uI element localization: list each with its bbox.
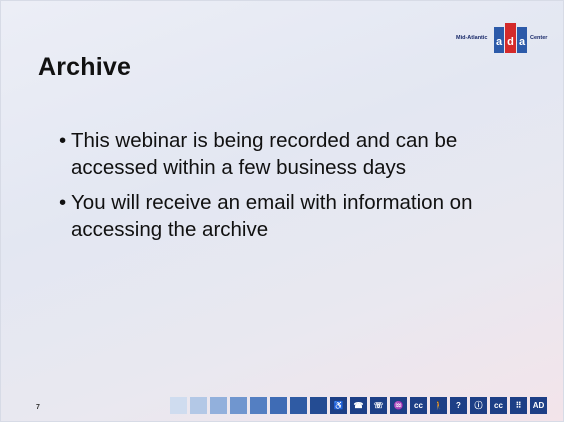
page-number: 7 xyxy=(36,404,40,411)
strip-square-4 xyxy=(230,397,247,414)
mid-atlantic-ada-center-logo: Mid-Atlantic a d a Center xyxy=(456,21,556,57)
bullet-dot-icon: • xyxy=(59,129,67,152)
bullet-text: This webinar is being recorded and can b… xyxy=(71,129,458,179)
logo-left-text: Mid-Atlantic xyxy=(456,35,488,41)
tty-icon: ☎ xyxy=(350,397,367,414)
svg-text:d: d xyxy=(507,36,514,48)
accessibility-symbol-strip: ♿ ☎ ☏ ♒ cc 🚶? ⓘ cc ⠿ AD xyxy=(170,397,547,415)
wheelchair-icon: ♿ xyxy=(330,397,347,414)
svg-text:a: a xyxy=(496,36,503,48)
assistive-listening-icon: ♒ xyxy=(390,397,407,414)
hearing-icon: ? xyxy=(450,397,467,414)
strip-square-1 xyxy=(170,397,187,414)
bullet-list: • This webinar is being recorded and can… xyxy=(59,127,529,251)
audio-description-icon: AD xyxy=(530,397,547,414)
strip-square-5 xyxy=(250,397,267,414)
strip-square-3 xyxy=(210,397,227,414)
ada-logo-mark-icon: a d a xyxy=(494,23,527,53)
bullet-dot-icon: • xyxy=(59,191,67,214)
svg-text:a: a xyxy=(519,36,526,48)
strip-square-6 xyxy=(270,397,287,414)
walking-cane-icon: 🚶 xyxy=(430,397,447,414)
information-icon: ⓘ xyxy=(470,397,487,414)
slide: Mid-Atlantic a d a Center Archive • This… xyxy=(0,0,564,422)
slide-title: Archive xyxy=(38,53,132,81)
bullet-item: • This webinar is being recorded and can… xyxy=(59,127,529,181)
bullet-item: • You will receive an email with informa… xyxy=(59,189,529,243)
braille-icon: ⠿ xyxy=(510,397,527,414)
phone-volume-icon: ☏ xyxy=(370,397,387,414)
strip-square-8 xyxy=(310,397,327,414)
closed-caption-icon: cc xyxy=(410,397,427,414)
strip-square-7 xyxy=(290,397,307,414)
logo-right-text: Center xyxy=(530,35,548,41)
bullet-text: You will receive an email with informati… xyxy=(71,191,473,241)
cc-icon: cc xyxy=(490,397,507,414)
strip-square-2 xyxy=(190,397,207,414)
